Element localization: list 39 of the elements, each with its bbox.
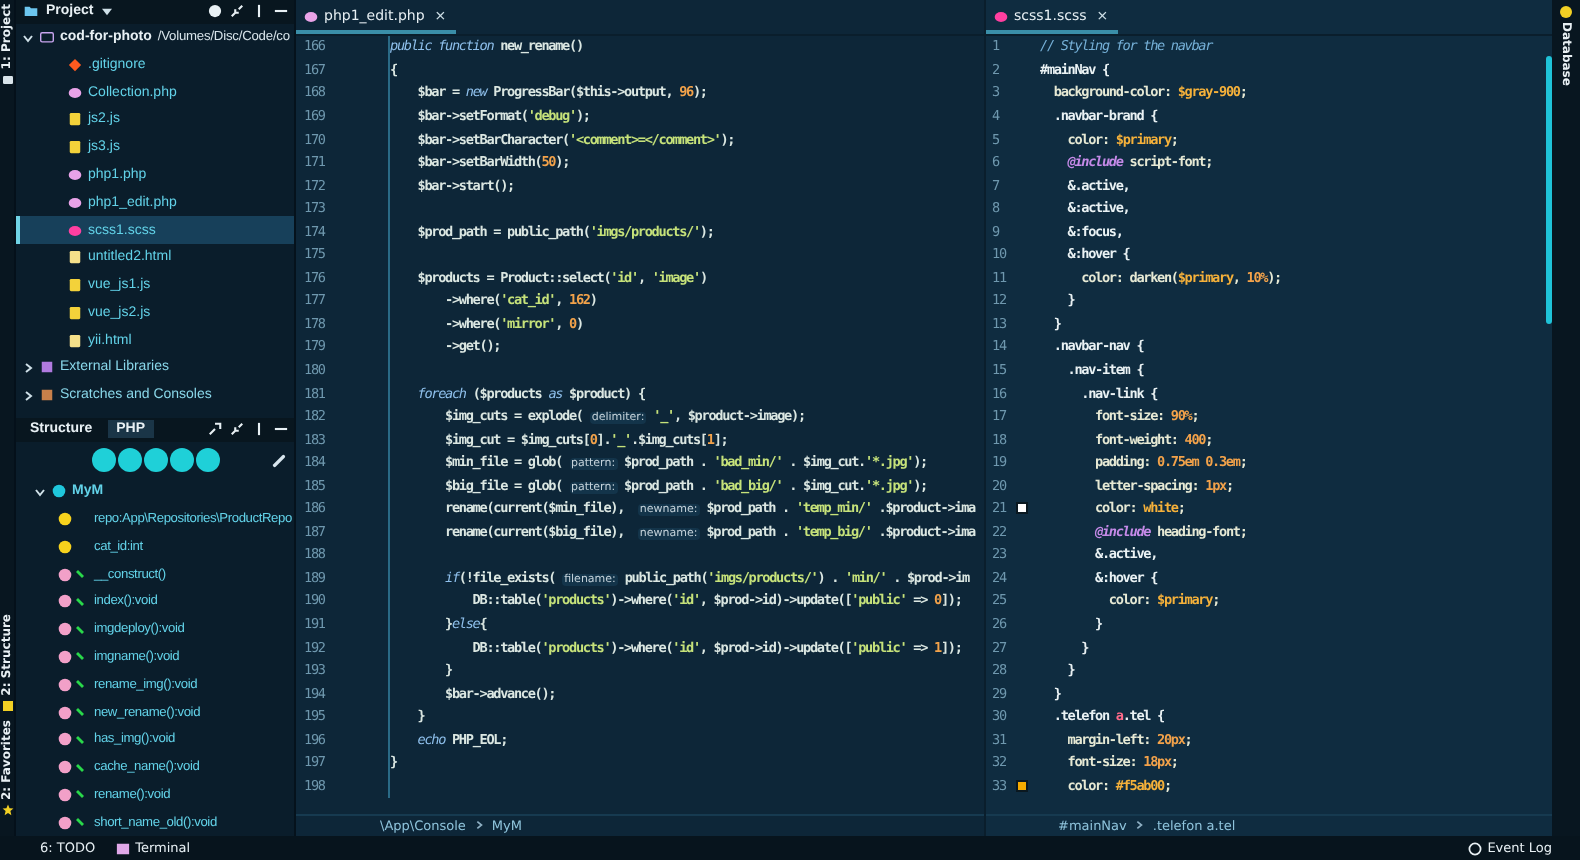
- collapse-icon[interactable]: [230, 4, 244, 19]
- expand-icon[interactable]: [208, 422, 222, 437]
- access-icon: [76, 597, 84, 606]
- chevron-icon[interactable]: [22, 31, 34, 44]
- access-icon: [76, 652, 84, 661]
- chevron-icon[interactable]: [22, 389, 34, 402]
- caret-icon[interactable]: [101, 7, 112, 16]
- access-icon: [76, 735, 84, 744]
- chevron-icon[interactable]: [22, 361, 34, 374]
- file-icon: [994, 9, 1008, 24]
- access-icon: [76, 570, 84, 579]
- chevron-icon[interactable]: [34, 485, 46, 498]
- file-icon: [304, 9, 318, 24]
- more-icon[interactable]: [252, 422, 266, 437]
- dot-icon: [1560, 6, 1572, 18]
- toolbar-icon[interactable]: [196, 448, 220, 473]
- color-swatch[interactable]: [1016, 779, 1028, 792]
- access-icon: [76, 625, 84, 634]
- more-icon[interactable]: [252, 4, 266, 19]
- terminal-icon: [115, 841, 130, 855]
- toolbar-icon[interactable]: [92, 448, 116, 473]
- access-icon: [76, 818, 84, 827]
- speech-bubble-icon: [1467, 841, 1482, 855]
- toolbar-icon[interactable]: [118, 448, 142, 473]
- color-swatch[interactable]: [1016, 502, 1028, 515]
- access-icon: [76, 708, 84, 716]
- collapse-icon[interactable]: [230, 422, 244, 437]
- square-icon: [1, 699, 13, 712]
- access-icon: [76, 763, 84, 772]
- toolbar-icon[interactable]: [170, 448, 194, 473]
- star-icon: [1, 804, 13, 816]
- access-icon: [76, 790, 84, 799]
- chevron-icon: [473, 820, 484, 831]
- scrollbar-thumb[interactable]: [1546, 56, 1552, 324]
- chevron-icon: [1134, 820, 1145, 831]
- class-icon: [52, 484, 66, 499]
- target-icon[interactable]: [208, 4, 222, 19]
- toolbar-icon[interactable]: [144, 448, 168, 473]
- access-icon: [76, 680, 84, 689]
